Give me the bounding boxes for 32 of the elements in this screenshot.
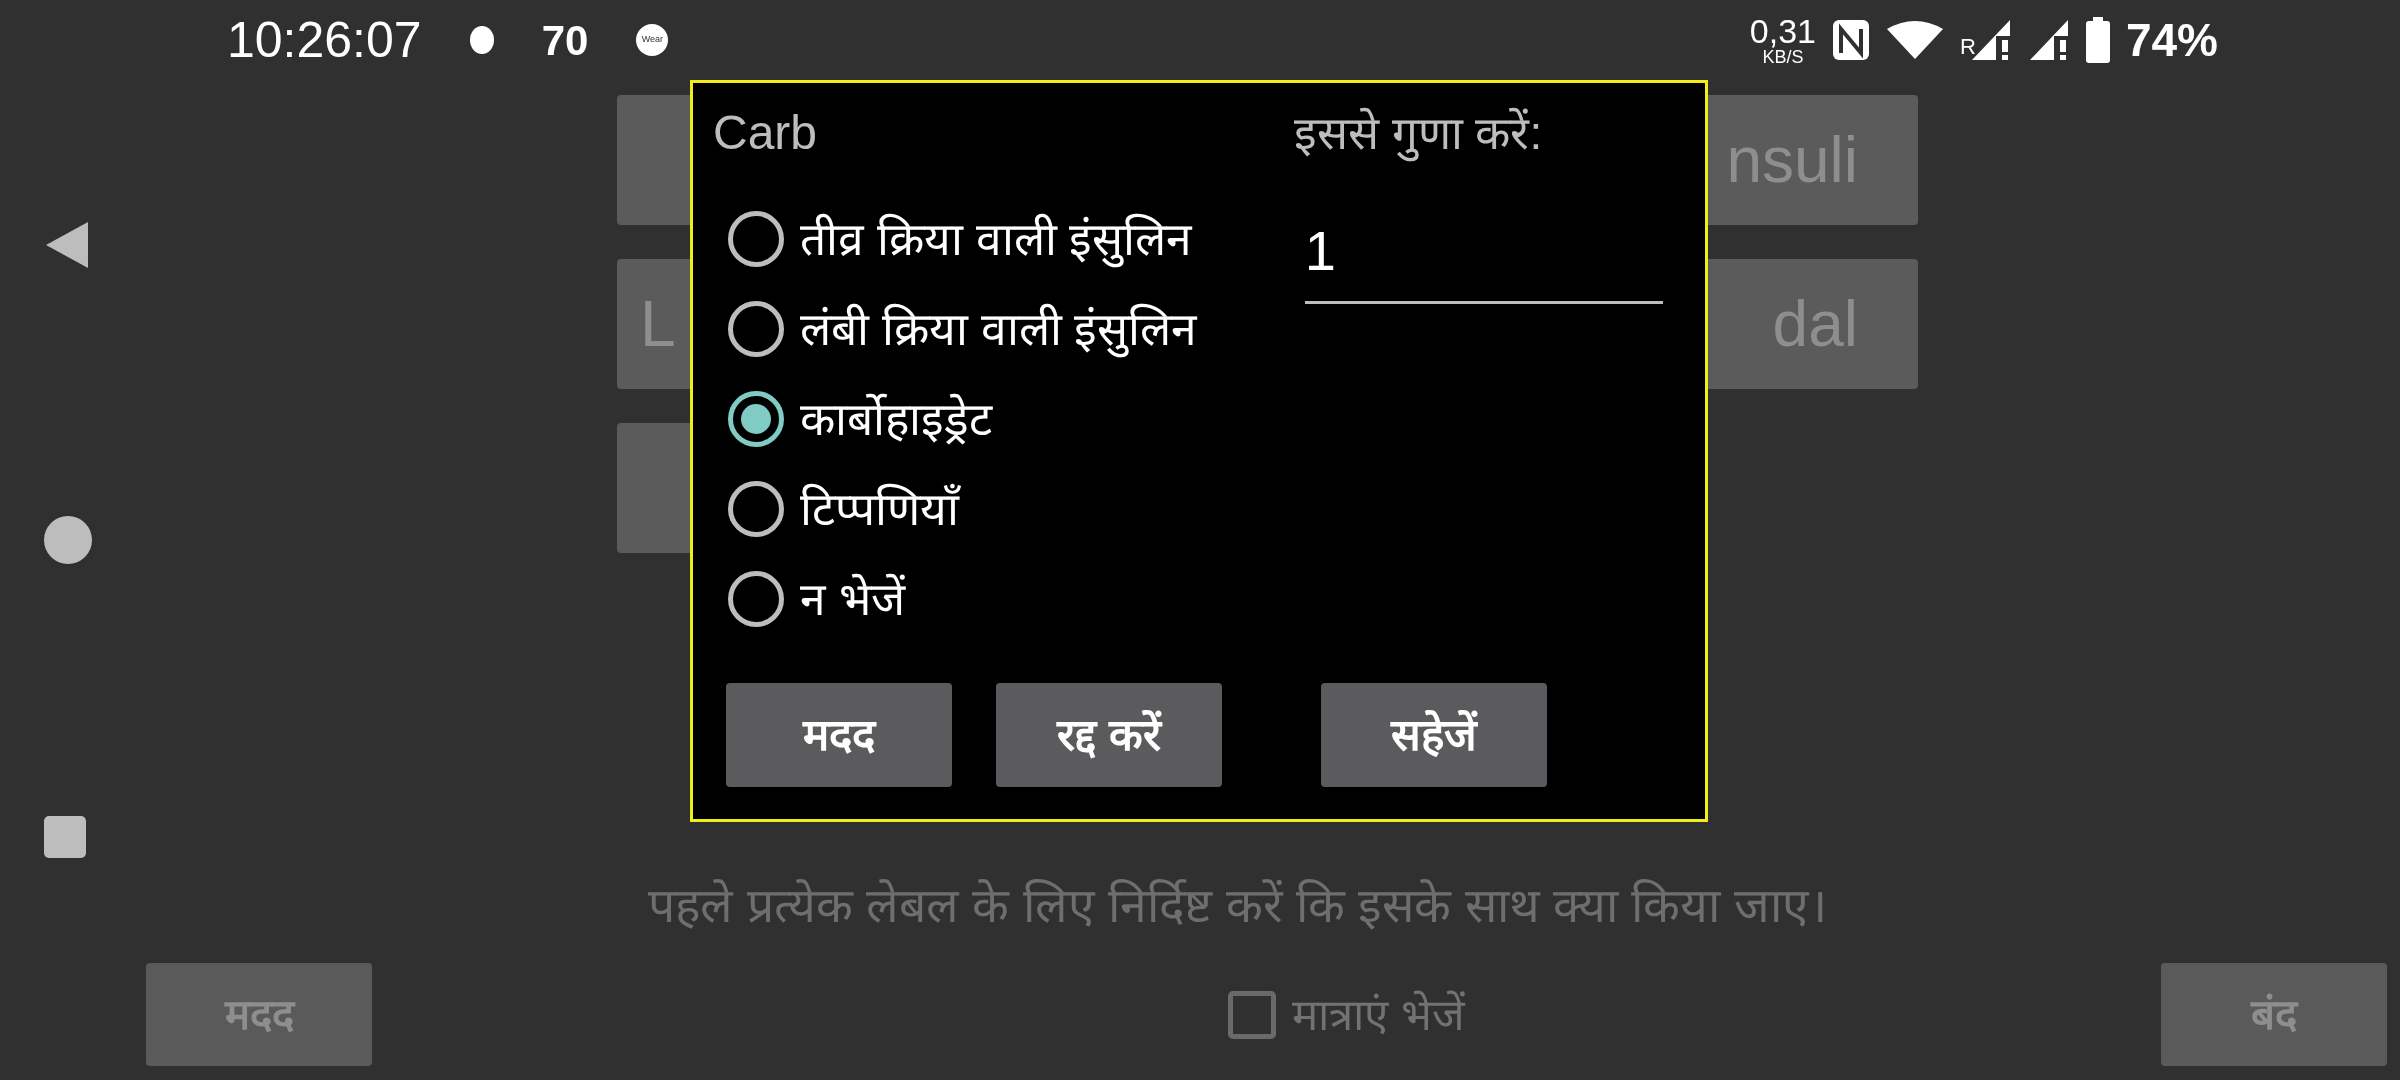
battery-icon: [2085, 17, 2110, 63]
clock-time: 10:26:07: [227, 10, 422, 70]
hint-text: पहले प्रत्येक लेबल के लिए निर्दिष्ट करें कि इसके साथ क्या किया जाए।: [648, 879, 1827, 932]
speed-value: 0,31: [1749, 14, 1817, 48]
radio-option[interactable]: तीव्र क्रिया वाली इंसुलिन: [713, 205, 1294, 273]
battery-percent: 74%: [2125, 12, 2218, 68]
notification-dot-icon: [469, 26, 494, 54]
checkbox[interactable]: [1228, 990, 1277, 1039]
back-icon[interactable]: [44, 220, 90, 270]
wifi-icon: [1886, 19, 1945, 61]
notification-count: 70: [541, 15, 589, 66]
dialog-title: Carb: [713, 105, 819, 161]
radio-button[interactable]: [728, 571, 784, 627]
wear-badge-icon: Wear: [636, 24, 669, 56]
cancel-button[interactable]: रद्द करें: [996, 683, 1222, 787]
signal-icon: [2027, 18, 2070, 62]
radio-button[interactable]: [728, 481, 784, 537]
radio-button[interactable]: [728, 301, 784, 357]
help-button[interactable]: मदद: [726, 683, 952, 787]
radio-button[interactable]: [728, 211, 784, 267]
radio-option[interactable]: टिप्पणियाँ: [713, 475, 1294, 543]
radio-button[interactable]: [728, 391, 784, 447]
radio-option[interactable]: कार्बोहाइड्रेट: [713, 385, 1294, 453]
save-button[interactable]: सहेजें: [1321, 683, 1547, 787]
radio-option[interactable]: न भेजें: [713, 565, 1294, 633]
home-icon[interactable]: [44, 516, 92, 564]
roaming-label: R: [1960, 32, 1976, 61]
radio-option[interactable]: लंबी क्रिया वाली इंसुलिन: [713, 295, 1294, 363]
field-label: इससे गुणा करें:: [1293, 101, 1685, 165]
speed-unit: KB/S: [1762, 48, 1804, 66]
nfc-icon: [1832, 19, 1871, 61]
multiplier-field[interactable]: 1: [1304, 209, 1663, 304]
